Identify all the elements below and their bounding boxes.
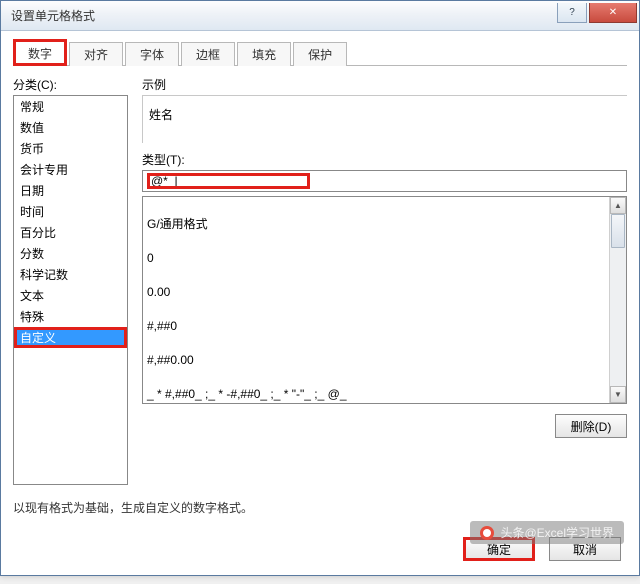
category-column: 分类(C): 常规 数值 货币 会计专用 日期 时间 百分比 分数 科学记数 文… — [13, 76, 128, 485]
type-input-wrap[interactable] — [142, 170, 627, 192]
tab-alignment[interactable]: 对齐 — [69, 42, 123, 66]
cat-fraction[interactable]: 分数 — [14, 243, 127, 264]
delete-button[interactable]: 删除(D) — [555, 414, 627, 438]
dialog-buttons: 确定 取消 — [463, 537, 621, 561]
delete-row: 删除(D) — [142, 414, 627, 438]
tab-number[interactable]: 数字 — [13, 39, 67, 66]
cat-special[interactable]: 特殊 — [14, 306, 127, 327]
titlebar: 设置单元格格式 ? ✕ — [1, 1, 639, 31]
tab-font[interactable]: 字体 — [125, 42, 179, 66]
type-format-list[interactable]: G/通用格式 0 0.00 #,##0 #,##0.00 _ * #,##0_ … — [142, 196, 627, 404]
tab-border[interactable]: 边框 — [181, 42, 235, 66]
cat-currency[interactable]: 货币 — [14, 138, 127, 159]
type-label: 类型(T): — [142, 151, 627, 168]
fmt-item[interactable]: G/通用格式 — [147, 216, 605, 233]
cat-text[interactable]: 文本 — [14, 285, 127, 306]
window-buttons: ? ✕ — [557, 3, 637, 23]
cat-general[interactable]: 常规 — [14, 96, 127, 117]
category-listbox[interactable]: 常规 数值 货币 会计专用 日期 时间 百分比 分数 科学记数 文本 特殊 自定… — [13, 95, 128, 485]
cat-custom[interactable]: 自定义 — [14, 327, 127, 348]
fmt-item[interactable]: 0 — [147, 250, 605, 267]
cancel-button[interactable]: 取消 — [549, 537, 621, 561]
right-column: 示例 姓名 类型(T): G/通用格式 0 0.00 #,##0 #,##0.0… — [142, 76, 627, 485]
ok-button[interactable]: 确定 — [463, 537, 535, 561]
help-button[interactable]: ? — [557, 3, 587, 23]
window-title: 设置单元格格式 — [11, 7, 557, 24]
close-button[interactable]: ✕ — [589, 3, 637, 23]
scroll-thumb[interactable] — [611, 214, 625, 248]
cat-accounting[interactable]: 会计专用 — [14, 159, 127, 180]
number-panel: 分类(C): 常规 数值 货币 会计专用 日期 时间 百分比 分数 科学记数 文… — [13, 76, 627, 485]
fmt-item[interactable]: _ * #,##0_ ;_ * -#,##0_ ;_ * "-"_ ;_ @_ — [147, 386, 605, 403]
sample-box: 姓名 — [142, 95, 627, 143]
scroll-track[interactable] — [610, 214, 626, 386]
category-label: 分类(C): — [13, 76, 128, 93]
format-cells-dialog: 设置单元格格式 ? ✕ 数字 对齐 字体 边框 填充 保护 分类(C): 常规 … — [0, 0, 640, 576]
cat-number[interactable]: 数值 — [14, 117, 127, 138]
cat-scientific[interactable]: 科学记数 — [14, 264, 127, 285]
sample-value: 姓名 — [149, 108, 173, 122]
type-list-inner: G/通用格式 0 0.00 #,##0 #,##0.00 _ * #,##0_ … — [143, 197, 609, 403]
tabstrip: 数字 对齐 字体 边框 填充 保护 — [13, 39, 627, 66]
cat-time[interactable]: 时间 — [14, 201, 127, 222]
scroll-down-icon[interactable]: ▼ — [610, 386, 626, 403]
fmt-item[interactable]: 0.00 — [147, 284, 605, 301]
tab-protection[interactable]: 保护 — [293, 42, 347, 66]
cat-percentage[interactable]: 百分比 — [14, 222, 127, 243]
tab-fill[interactable]: 填充 — [237, 42, 291, 66]
client-area: 数字 对齐 字体 边框 填充 保护 分类(C): 常规 数值 货币 会计专用 日… — [1, 31, 639, 528]
scrollbar[interactable]: ▲ ▼ — [609, 197, 626, 403]
cat-date[interactable]: 日期 — [14, 180, 127, 201]
fmt-item[interactable]: #,##0.00 — [147, 352, 605, 369]
type-input-highlight — [147, 173, 310, 189]
fmt-item[interactable]: #,##0 — [147, 318, 605, 335]
scroll-up-icon[interactable]: ▲ — [610, 197, 626, 214]
type-input[interactable] — [149, 173, 308, 189]
sample-label: 示例 — [142, 76, 627, 93]
help-text: 以现有格式为基础，生成自定义的数字格式。 — [13, 499, 627, 516]
